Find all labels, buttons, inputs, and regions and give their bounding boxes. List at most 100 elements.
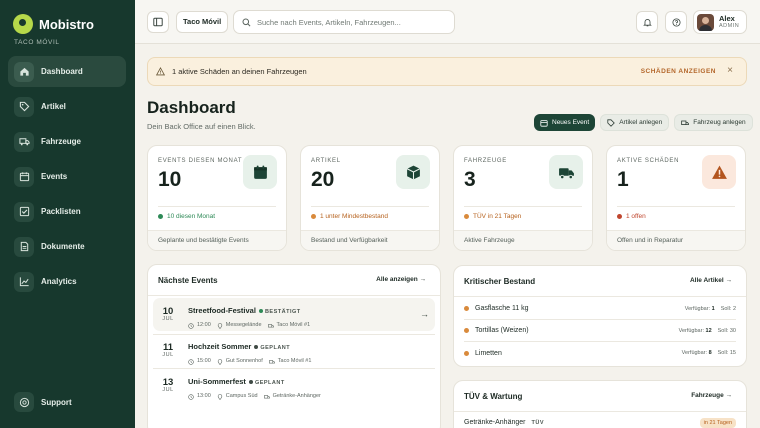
event-place: Gut Sonnenhof [225,357,263,364]
show-vehicles-link[interactable]: Fahrzeuge → [691,392,732,399]
event-time: 13:00 [197,392,211,399]
add-vehicle-button[interactable]: Fahrzeug anlegen [674,114,753,131]
list-item[interactable]: Getränke-Anhänger TÜV in 21 Tagen [464,418,736,428]
event-day: 11 [162,341,174,353]
new-event-button[interactable]: Neues Event [534,114,596,131]
stat-label: AKTIVE SCHÄDEN [617,158,680,164]
event-month: JUL [162,352,174,358]
sidebar-toggle-icon [153,17,163,27]
stat-card-articles[interactable]: ARTIKEL 20 1 unter Mindestbestand Bestan… [300,145,440,251]
event-vehicle: Taco Móvil #1 [277,357,312,364]
stat-note-text: TÜV in 21 Tagen [473,213,522,220]
list-item[interactable]: Gasflasche 11 kg Verfügbar: 1 Soll: 2 [464,298,736,320]
user-menu[interactable]: Alex ADMIN [693,10,747,34]
event-row[interactable]: 11 JUL Hochzeit Sommer GEPLANT 15:00 Gut … [153,334,435,367]
available-label: Verfügbar: [681,350,708,356]
panel-title: Kritischer Bestand [464,277,536,286]
status-badge: BESTÄTIGT [258,308,301,315]
add-vehicle-label: Fahrzeug anlegen [693,119,746,126]
box-icon [396,155,430,189]
quick-actions: Neues Event Artikel anlegen Fahrzeug anl… [534,114,753,131]
help-button[interactable] [665,11,687,33]
stat-label: FAHRZEUGE [464,158,507,164]
event-name: Uni-Sommerfest [188,376,246,386]
page-subtitle: Dein Back Office auf einen Blick. [147,122,256,131]
close-icon[interactable]: × [727,65,733,77]
brand[interactable]: Mobistro [13,14,94,34]
sidebar-item-artikel[interactable]: Artikel [8,91,126,122]
status-dot [464,306,469,311]
search-input[interactable] [257,17,447,27]
clock-icon [188,393,194,400]
arrow-right-icon: → [420,309,429,319]
sidebar: Mobistro TACO MÓVIL Dashboard Artikel Fa… [0,0,135,428]
support-label: Support [41,397,72,407]
target-value: 15 [729,350,736,356]
location-switcher[interactable]: Taco Móvil [176,11,229,33]
sidebar-item-dokumente[interactable]: Dokumente [8,231,126,262]
location-pin-icon [217,393,222,400]
show-damages-link[interactable]: SCHÄDEN ANZEIGEN [641,68,716,75]
available-value: 1 [711,305,715,312]
bell-icon [642,18,652,26]
sidebar-item-fahrzeuge[interactable]: Fahrzeuge [8,126,126,157]
page-title: Dashboard [147,98,236,117]
show-all-events-link[interactable]: Alle anzeigen → [376,276,426,283]
sidebar-item-label: Events [41,172,68,181]
sidebar-item-support[interactable]: Support [14,392,72,412]
show-all-articles-link[interactable]: Alle Artikel → [690,277,732,284]
add-article-label: Artikel anlegen [619,119,663,126]
event-vehicle: Taco Móvil #1 [276,321,311,328]
stat-note-text: 10 diesen Monat [167,213,216,220]
target-value: 30 [729,327,736,334]
user-name: Alex [719,13,735,23]
stat-note: 10 diesen Monat [158,213,215,220]
search-box [233,10,455,34]
warning-icon [156,67,165,76]
brand-name: Mobistro [39,16,94,32]
stat-card-damages[interactable]: AKTIVE SCHÄDEN 1 1 offen Offen und in Re… [606,145,746,251]
event-date: 13 JUL [153,376,183,394]
event-place: Messegelände [225,321,262,328]
sidebar-item-events[interactable]: Events [8,161,126,192]
help-icon [671,17,681,27]
alert-text: 1 aktive Schäden an deinen Fahrzeugen [172,67,307,76]
list-item[interactable]: Tortillas (Weizen) Verfügbar: 12 Soll: 30 [464,320,736,342]
event-day: 13 [162,376,174,388]
truck-icon [267,323,274,327]
stat-card-vehicles[interactable]: FAHRZEUGE 3 TÜV in 21 Tagen Aktive Fahrz… [453,145,593,251]
calendar-icon [243,155,277,189]
tag-icon [14,96,34,117]
stock-values: Verfügbar: 1 Soll: 2 [685,306,736,312]
stat-label: ARTIKEL [311,158,341,164]
stat-footer: Offen und in Reparatur [607,230,745,250]
stat-value: 10 [158,168,182,191]
event-row[interactable]: 10 JUL Streetfood-Festival BESTÄTIGT 12:0… [153,298,435,331]
notifications-button[interactable] [636,11,658,33]
calendar-icon [540,119,548,127]
warning-icon [702,155,736,189]
status-text: GEPLANT [254,379,285,386]
sidebar-item-label: Analytics [41,277,77,286]
available-value: 8 [708,350,712,356]
event-month: JUL [162,387,174,393]
available-label: Verfügbar: [684,305,711,312]
truck-icon [14,131,34,152]
add-article-button[interactable]: Artikel anlegen [600,114,670,131]
inspection-vehicle: Getränke-Anhänger [464,419,526,426]
event-row[interactable]: 13 JUL Uni-Sommerfest GEPLANT 13:00 Campu… [153,369,435,402]
sidebar-item-dashboard[interactable]: Dashboard [8,56,126,87]
sidebar-item-label: Packlisten [41,207,81,216]
event-name: Streetfood-Festival [188,305,256,315]
sidebar-toggle-button[interactable] [147,11,169,33]
stat-card-events[interactable]: EVENTS DIESEN MONAT 10 10 diesen Monat G… [147,145,287,251]
home-icon [14,61,34,82]
sidebar-item-analytics[interactable]: Analytics [8,266,126,297]
checklist-icon [14,201,34,222]
sidebar-item-packlisten[interactable]: Packlisten [8,196,126,227]
location-pin-icon [217,322,222,329]
list-item[interactable]: Limetten Verfügbar: 8 Soll: 15 [464,342,736,364]
search-icon [242,17,251,26]
clock-icon [188,358,194,365]
chart-icon [14,271,34,292]
